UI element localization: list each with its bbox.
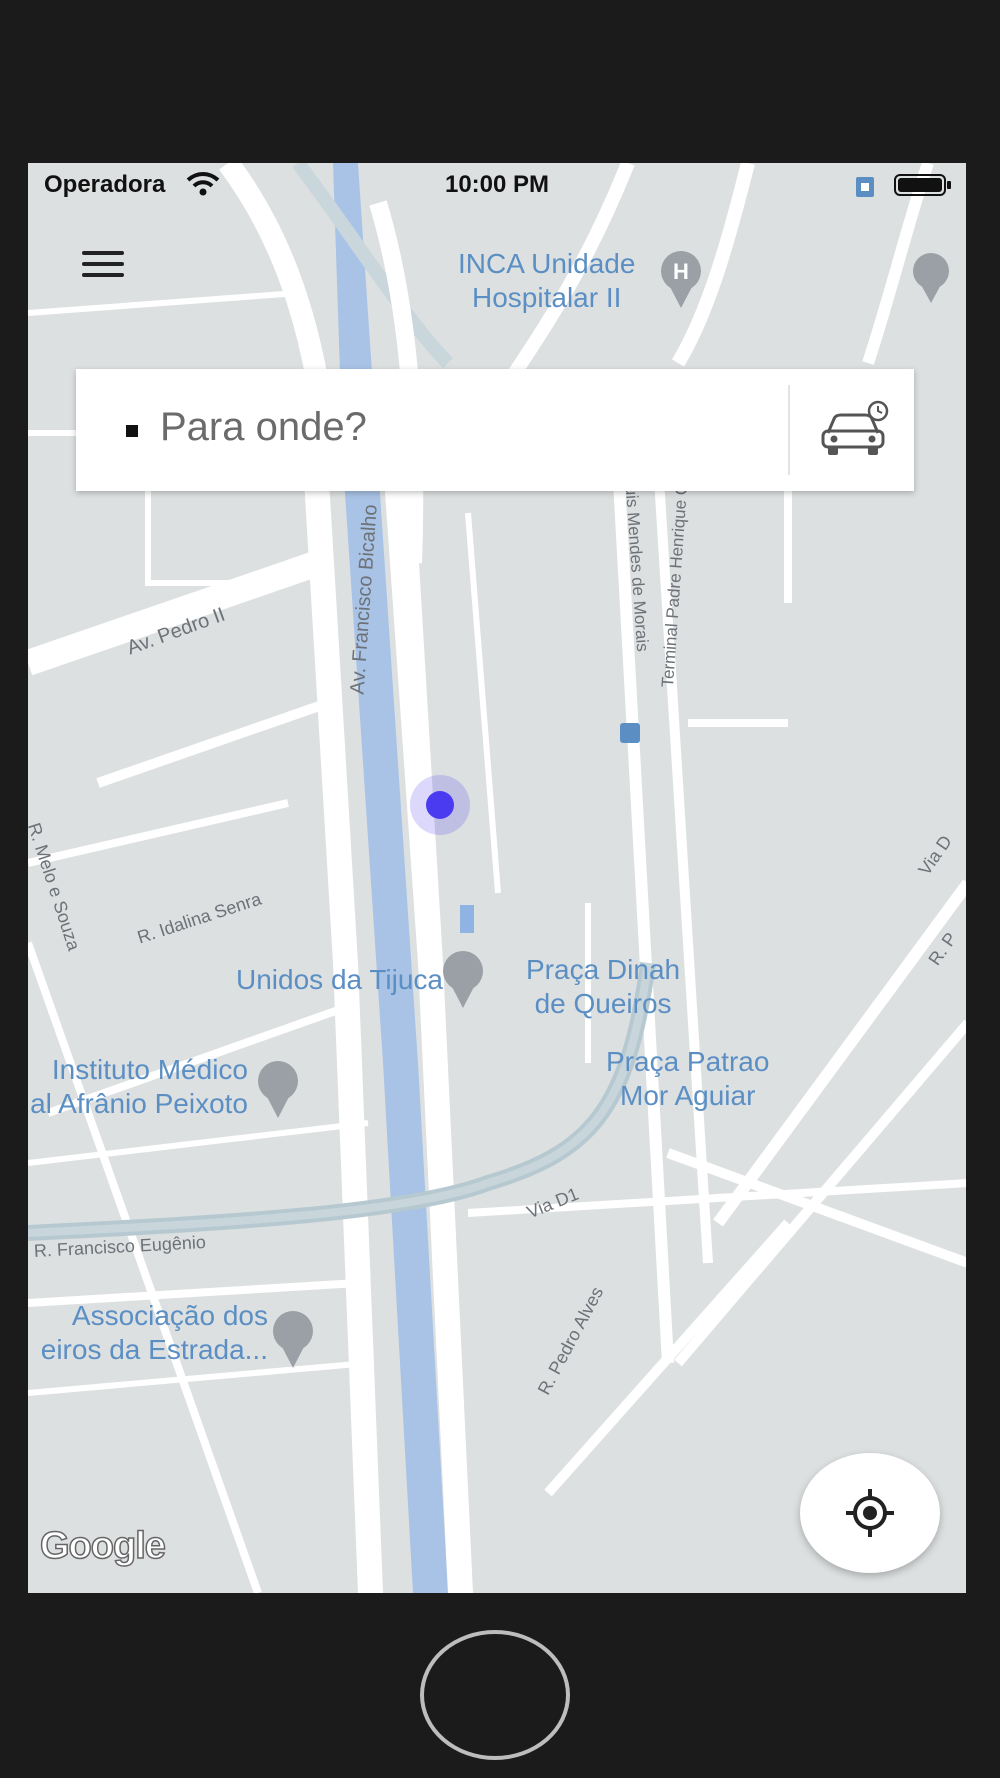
destination-square-icon [126,425,138,437]
place-line: Praça Patrao [606,1046,770,1077]
crosshair-icon [846,1489,894,1537]
my-location-button[interactable] [800,1453,940,1573]
place-line: Mor Aguiar [620,1080,756,1111]
place-label-unidos[interactable]: Unidos da Tijuca [236,963,443,997]
menu-icon[interactable] [80,245,126,285]
place-line: Associação dos [71,1300,268,1331]
place-line: Hospitalar II [472,282,622,313]
place-line: Unidos da Tijuca [236,964,444,995]
place-label-praca-dinah[interactable]: Praça Dinah de Queiros [526,953,680,1021]
place-line: Praça Dinah [526,954,681,985]
place-label-inca[interactable]: INCA Unidade Hospitalar II [458,247,635,315]
destination-placeholder[interactable]: Para onde? [160,405,367,450]
place-line: INCA Unidade [458,248,636,279]
svg-text:H: H [673,259,689,284]
place-line: de Queiros [534,988,672,1019]
clock: 10:00 PM [444,171,550,198]
search-divider [788,385,790,475]
app-screen: H INCA Unidade Hospitalar II Unidos da T… [28,163,966,1593]
menu-line [82,262,124,266]
menu-line [82,251,124,255]
battery-icon [894,174,951,196]
place-label-instituto[interactable]: Instituto Médico al Afrânio Peixoto [28,1053,248,1121]
orientation-lock-icon [856,177,874,197]
menu-line [82,273,124,277]
scheduled-ride-car-icon[interactable] [818,399,890,461]
status-bar: Operadora 10:00 PM [28,163,966,207]
home-button[interactable] [420,1630,570,1760]
place-line: Instituto Médico [51,1054,248,1085]
place-label-praca-patrao[interactable]: Praça Patrao Mor Aguiar [606,1045,769,1113]
place-line: al Afrânio Peixoto [30,1088,248,1119]
destination-search-bar[interactable]: Para onde? [76,369,914,491]
phone-frame: H INCA Unidade Hospitalar II Unidos da T… [0,0,1000,1778]
place-line: eiros da Estrada... [40,1334,268,1365]
place-label-associacao[interactable]: Associação dos eiros da Estrada... [28,1299,268,1367]
google-logo: Google [39,1524,166,1568]
